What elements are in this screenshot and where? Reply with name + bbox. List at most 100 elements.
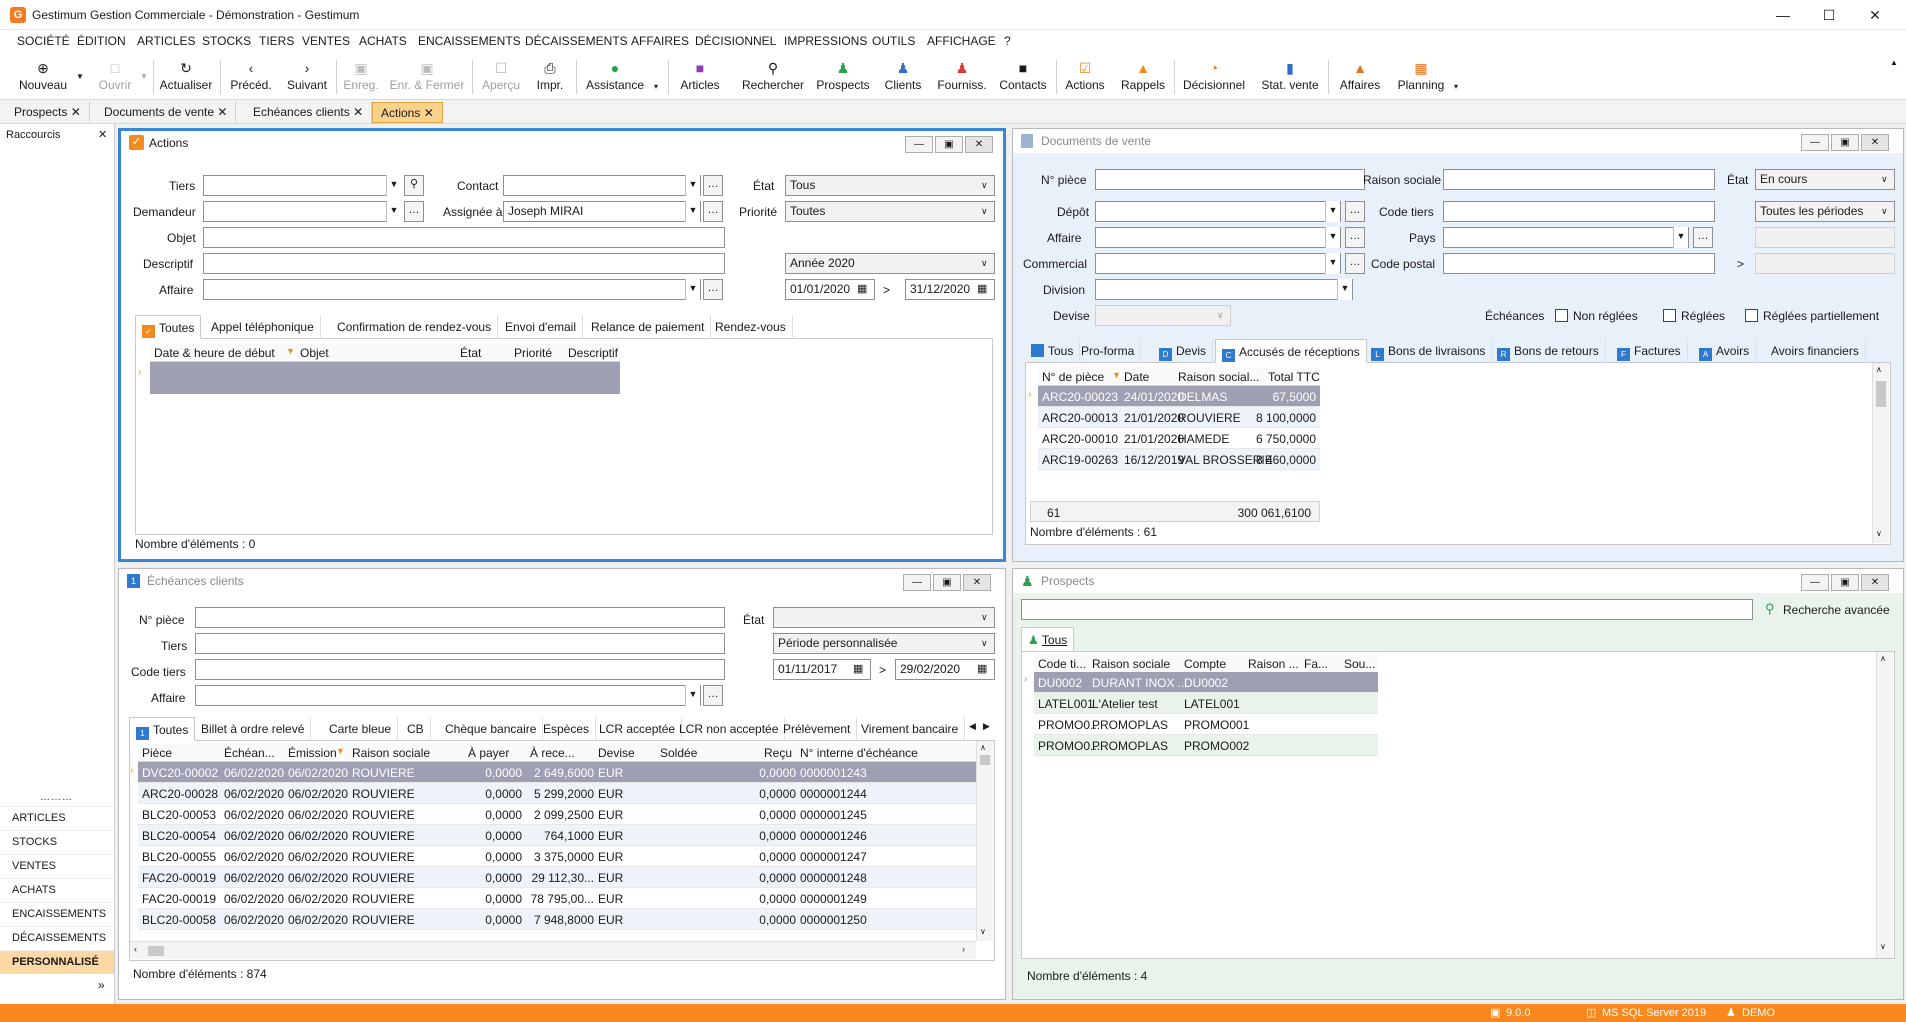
table-row[interactable]: DU0002 DURANT INOX ... DU0002 [1034,672,1378,693]
contacts-button[interactable]: ■ Contacts [996,54,1050,100]
non-reglees-checkbox[interactable] [1555,309,1568,322]
assistance-button[interactable]: ● Assistance [582,54,648,100]
menu-ventes[interactable]: VENTES [302,34,350,48]
panel-minimize-button[interactable]: — [903,574,931,591]
menu-stocks[interactable]: STOCKS [202,34,251,48]
recherche-avancee-link[interactable]: Recherche avancée [1783,603,1890,617]
sidebar-item-encaissements[interactable]: ENCAISSEMENTS [0,902,114,926]
tab-tous[interactable]: ♟ Tous [1021,627,1075,651]
chevron-down-icon[interactable]: ▼ [685,201,700,222]
close-icon[interactable]: ✕ [71,105,81,119]
panel-restore-button[interactable]: ▣ [1831,134,1859,151]
menu-achats[interactable]: ACHATS [359,34,407,48]
column-header[interactable]: Raison ... [1248,657,1299,671]
column-header[interactable]: Date [1124,370,1149,384]
chevron-down-icon[interactable]: ▼ [1325,201,1340,222]
menu-societe[interactable]: SOCIÉTÉ [17,34,70,48]
tabs-scroll-left-icon[interactable]: ◀ [969,721,976,732]
new-row[interactable] [150,362,620,394]
scroll-thumb[interactable] [980,755,990,765]
scroll-down-icon[interactable]: ∨ [1876,529,1882,538]
commercial-field[interactable] [1095,253,1341,274]
menu-edition[interactable]: ÉDITION [77,34,126,48]
tab-carte-bleue[interactable]: Carte bleue [323,717,399,741]
affaire-field[interactable] [195,685,701,706]
chevron-down-icon[interactable]: ▼ [1337,279,1352,300]
doc-tab-documents-vente[interactable]: Documents de vente ✕ [96,102,237,123]
column-header[interactable]: Priorité [514,346,552,360]
suivant-button[interactable]: › Suivant [282,54,332,100]
maximize-button[interactable]: ☐ [1806,0,1852,30]
menu-affaires[interactable]: AFFAIRES [631,34,689,48]
division-field[interactable] [1095,279,1353,300]
tab-lcr-non-acceptee[interactable]: LCR non acceptée [673,717,786,741]
devise-select[interactable] [1095,305,1231,326]
panel-minimize-button[interactable]: — [905,136,933,153]
contact-field[interactable] [503,175,701,196]
column-header[interactable]: Compte [1184,657,1226,671]
table-row[interactable]: BLC20-00055 06/02/2020 06/02/2020 ROUVIERE 0… [138,846,976,867]
affaires-button[interactable]: ▲ Affaires [1334,54,1386,100]
calendar-icon[interactable]: ▦ [977,282,987,295]
decisionnel-button[interactable]: ◔ Décisionnel [1180,54,1248,100]
column-header[interactable]: Descriptif [568,346,618,360]
rappels-button[interactable]: ▲ Rappels [1118,54,1168,100]
column-header[interactable]: À rece... [530,746,575,760]
etat-select[interactable]: Tous [785,175,995,196]
enr-fermer-button[interactable]: ▣ Enr. & Fermer [388,54,466,100]
vertical-scrollbar[interactable]: ∧ ∨ [976,741,993,941]
sidebar-splitter[interactable]: ……… [40,792,73,803]
depot-field[interactable] [1095,201,1341,222]
vertical-scrollbar[interactable]: ∧ ∨ [1872,363,1889,543]
chevron-down-icon[interactable]: ▼ [685,279,700,300]
column-header[interactable]: N° interne d'échéance [800,746,918,760]
tab-virement-bancaire[interactable]: Virement bancaire [855,717,966,741]
column-header[interactable]: Raison sociale [352,746,430,760]
tab-avoirs-financiers[interactable]: Avoirs financiers [1765,339,1866,363]
code-tiers-field[interactable] [195,659,725,680]
tab-avoirs[interactable]: A Avoirs [1693,339,1757,363]
assigne-more-button[interactable]: … [703,201,723,222]
sidebar-item-achats[interactable]: ACHATS [0,878,114,902]
tab-especes[interactable]: Espèces [537,717,597,741]
actions-button[interactable]: ☑ Actions [1062,54,1108,100]
vertical-scrollbar[interactable]: ∧ ∨ [1876,652,1893,958]
calendar-icon[interactable]: ▦ [977,662,987,675]
planning-button[interactable]: ▦ Planning [1392,54,1450,100]
tab-billet-ordre[interactable]: Billet à ordre relevé [195,717,312,741]
affaire-more-button[interactable]: … [1345,227,1365,248]
menu-outils[interactable]: OUTILS [872,34,915,48]
chevron-down-icon[interactable]: ▼ [685,685,700,706]
contact-more-button[interactable]: … [703,175,723,196]
tab-accuses-receptions[interactable]: C Accusés de réceptions [1215,339,1367,363]
descriptif-field[interactable] [203,253,725,274]
panel-minimize-button[interactable]: — [1801,574,1829,591]
tab-cb[interactable]: CB [401,717,431,741]
scroll-down-icon[interactable]: ∨ [980,927,986,936]
commercial-more-button[interactable]: … [1345,253,1365,274]
nouveau-button[interactable]: ⊕ Nouveau [12,54,74,100]
column-header[interactable]: Total TTC [1268,370,1320,384]
prospects-search-input[interactable] [1021,599,1753,620]
doc-tab-prospects[interactable]: Prospects ✕ [6,102,90,123]
table-row[interactable]: ARC20-00010 21/01/2020 HAMEDE 6 750,0000 [1038,428,1320,449]
table-row[interactable]: ARC19-00263 16/12/2019 VAL BROSSERIE 8 460,… [1038,449,1320,470]
code-tiers-field[interactable] [1443,201,1715,222]
table-row[interactable]: BLC20-00054 06/02/2020 06/02/2020 ROUVIERE 0… [138,825,976,846]
column-header[interactable]: Sou... [1344,657,1375,671]
tab-bons-retours[interactable]: R Bons de retours [1491,339,1606,363]
prospects-button[interactable]: ♟ Prospects [812,54,874,100]
apercu-button[interactable]: ☐ Aperçu [478,54,524,100]
close-window-button[interactable]: ✕ [1852,0,1898,30]
table-row[interactable]: ARC20-00013 21/01/2020 ROUVIERE 8 100,0000 [1038,407,1320,428]
priorite-select[interactable]: Toutes [785,201,995,222]
close-icon[interactable]: ✕ [217,105,227,119]
column-header[interactable]: Fa... [1304,657,1328,671]
articles-button[interactable]: ■ Articles [676,54,724,100]
npiece-field[interactable] [1095,169,1365,190]
toolbar-overflow-icon[interactable]: ▾ [1454,82,1458,91]
table-row[interactable]: FAC20-00019 06/02/2020 06/02/2020 ROUVIERE 0… [138,867,976,888]
scroll-thumb[interactable] [148,946,164,956]
column-header[interactable]: Soldée [660,746,697,760]
demandeur-field[interactable] [203,201,401,222]
